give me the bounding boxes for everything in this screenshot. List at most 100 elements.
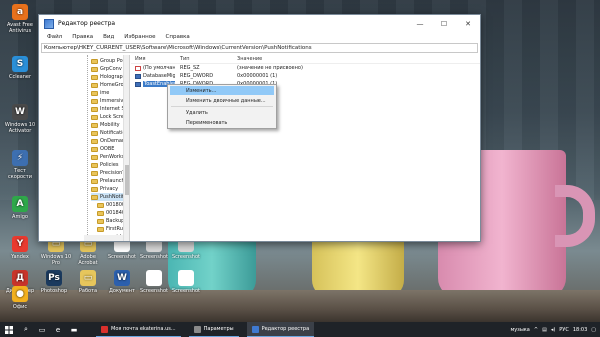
folder-icon xyxy=(97,218,104,224)
tree-item[interactable]: HomeGrou xyxy=(91,81,127,89)
list-row[interactable]: (По умолчанию) REG_SZ (значение не присвое… xyxy=(131,64,480,72)
list-row[interactable]: DatabaseMigrati... REG_DWORD 0x00000001 (1… xyxy=(131,72,480,80)
tree-item-label: ime xyxy=(100,90,110,96)
taskbar-app-button[interactable]: Моя почта ekaterina.us... xyxy=(96,322,181,337)
folder-icon xyxy=(91,138,98,144)
tree-item[interactable]: OOBE xyxy=(91,145,114,153)
tree-item[interactable]: FirstRun xyxy=(97,225,126,233)
key-tree: Group Polic GrpConv Holographi HomeGrou ime I… xyxy=(39,55,130,241)
desktop-icon[interactable]: Screenshot xyxy=(136,270,172,294)
folder-icon xyxy=(97,202,104,208)
folder-icon xyxy=(91,98,98,104)
menu-item-modify-binary[interactable]: Изменить двоичные данные... xyxy=(170,96,274,105)
folder-icon xyxy=(91,122,98,128)
tree-item[interactable]: Mobility xyxy=(91,121,120,129)
desktop-icon[interactable]: A Amigo xyxy=(2,196,38,220)
tree-item-label: PushNotifi xyxy=(100,194,126,200)
folder-icon xyxy=(91,114,98,120)
desktop-icon[interactable]: ● Офис xyxy=(2,286,38,310)
desktop-icon[interactable]: Y Yandex xyxy=(2,236,38,260)
folder-icon xyxy=(91,178,98,184)
task-view-icon[interactable]: ▭ xyxy=(34,322,50,337)
desktop-app-icon: Ps xyxy=(46,270,62,286)
desktop-icon[interactable]: W Windows 10 Activator xyxy=(2,104,38,134)
desktop-app-icon: A xyxy=(12,196,28,212)
title-bar[interactable]: Редактор реестра — ☐ ✕ xyxy=(39,15,480,32)
tree-item[interactable]: Privacy xyxy=(91,185,118,193)
menu-item-delete[interactable]: Удалить xyxy=(170,108,274,117)
desktop-icon[interactable]: Screenshot xyxy=(168,270,204,294)
tray-chevron-icon[interactable]: ^ xyxy=(534,327,538,333)
tree-scroll-thumb[interactable] xyxy=(125,165,129,195)
menu-edit[interactable]: Правка xyxy=(67,34,98,40)
tree-item[interactable]: Prelaunch xyxy=(91,177,125,185)
system-tray: музыка ^ ▤ ◂) РУС 18:03 ▢ xyxy=(510,322,600,337)
taskbar-app-button[interactable]: Параметры xyxy=(188,322,239,337)
taskbar-app-label: Редактор реестра xyxy=(261,326,310,332)
tree-connector-line xyxy=(87,55,88,241)
desktop-icon-label: Документ xyxy=(109,288,135,294)
tree-item[interactable]: Lock Scree xyxy=(91,113,127,121)
tree-item[interactable]: ime xyxy=(91,89,109,97)
column-value-header[interactable]: Значение xyxy=(233,56,480,62)
menu-item-rename[interactable]: Переименовать xyxy=(170,118,274,127)
value-type-cell: REG_DWORD xyxy=(180,73,214,79)
desktop-icon[interactable]: ▭ Работа xyxy=(70,270,106,294)
tree-item[interactable]: Backup xyxy=(97,217,124,225)
value-name: (По умолчанию) xyxy=(143,65,175,71)
column-name-header[interactable]: Имя xyxy=(131,56,175,62)
close-button[interactable]: ✕ xyxy=(456,15,480,32)
menu-separator xyxy=(171,106,273,107)
menu-item-modify[interactable]: Изменить... xyxy=(170,86,274,95)
desktop-icon-label: Ccleaner xyxy=(8,74,32,80)
language-indicator[interactable]: РУС xyxy=(559,327,569,333)
volume-icon[interactable]: ◂) xyxy=(551,327,555,333)
tree-item[interactable]: PushNotifi xyxy=(91,193,126,201)
menu-view[interactable]: Вид xyxy=(98,34,119,40)
column-type-header[interactable]: Тип xyxy=(175,56,233,62)
notifications-icon[interactable]: ▢ xyxy=(591,327,596,333)
desktop-app-icon: ⚡ xyxy=(12,150,28,166)
menu-favorites[interactable]: Избранное xyxy=(119,34,160,40)
desktop-icon-label: Photoshop xyxy=(40,288,68,294)
dword-value-icon xyxy=(135,81,141,87)
search-icon[interactable]: ⌕ xyxy=(18,322,34,337)
tray-label[interactable]: музыка xyxy=(510,327,529,333)
desktop-icon-label: Screenshot xyxy=(172,288,200,294)
tree-item-label: OOBE xyxy=(100,146,115,152)
clock[interactable]: 18:03 xyxy=(573,327,587,333)
desktop-icon[interactable]: Ps Photoshop xyxy=(36,270,72,294)
desktop-icon[interactable]: W Документ xyxy=(104,270,140,294)
desktop-icon-label: Yandex xyxy=(11,254,29,260)
desktop-app-icon: W xyxy=(114,270,130,286)
address-bar[interactable]: Компьютер\HKEY_CURRENT_USER\Software\Mic… xyxy=(41,43,478,53)
desktop-app-icon: W xyxy=(12,104,28,120)
desktop-icon-label: Screenshot xyxy=(140,288,168,294)
value-data-cell: 0x00000001 (1) xyxy=(237,73,278,79)
menu-file[interactable]: Файл xyxy=(42,34,67,40)
desktop-icon[interactable]: ⚡ Тест скорости xyxy=(2,150,38,180)
maximize-button[interactable]: ☐ xyxy=(432,15,456,32)
file-explorer-icon[interactable]: ▬ xyxy=(66,322,82,337)
desktop-icon-label: Adobe Acrobat xyxy=(78,254,98,266)
edge-icon[interactable]: e xyxy=(50,322,66,337)
folder-icon xyxy=(91,82,98,88)
folder-icon xyxy=(91,146,98,152)
tree-horizontal-scrollbar[interactable] xyxy=(84,235,123,241)
tree-item[interactable]: Holographi xyxy=(91,73,127,81)
taskbar-app-button[interactable]: Редактор реестра xyxy=(246,322,315,337)
tree-item[interactable]: GrpConv xyxy=(91,65,122,73)
minimize-button[interactable]: — xyxy=(408,15,432,32)
network-icon[interactable]: ▤ xyxy=(542,327,547,333)
menu-help[interactable]: Справка xyxy=(161,34,195,40)
panes: Group Polic GrpConv Holographi HomeGrou ime I… xyxy=(39,55,480,241)
tree-vertical-scrollbar[interactable] xyxy=(123,55,129,241)
start-button[interactable] xyxy=(0,322,18,337)
tree-item-label: GrpConv xyxy=(100,66,122,72)
tree-item[interactable]: Policies xyxy=(91,161,119,169)
desktop-icon[interactable]: a Avast Free Antivirus xyxy=(2,4,38,34)
desktop-app-icon: ▭ xyxy=(80,270,96,286)
desktop-app-icon: Y xyxy=(12,236,28,252)
folder-icon xyxy=(91,74,98,80)
desktop-icon[interactable]: S Ccleaner xyxy=(2,56,38,80)
